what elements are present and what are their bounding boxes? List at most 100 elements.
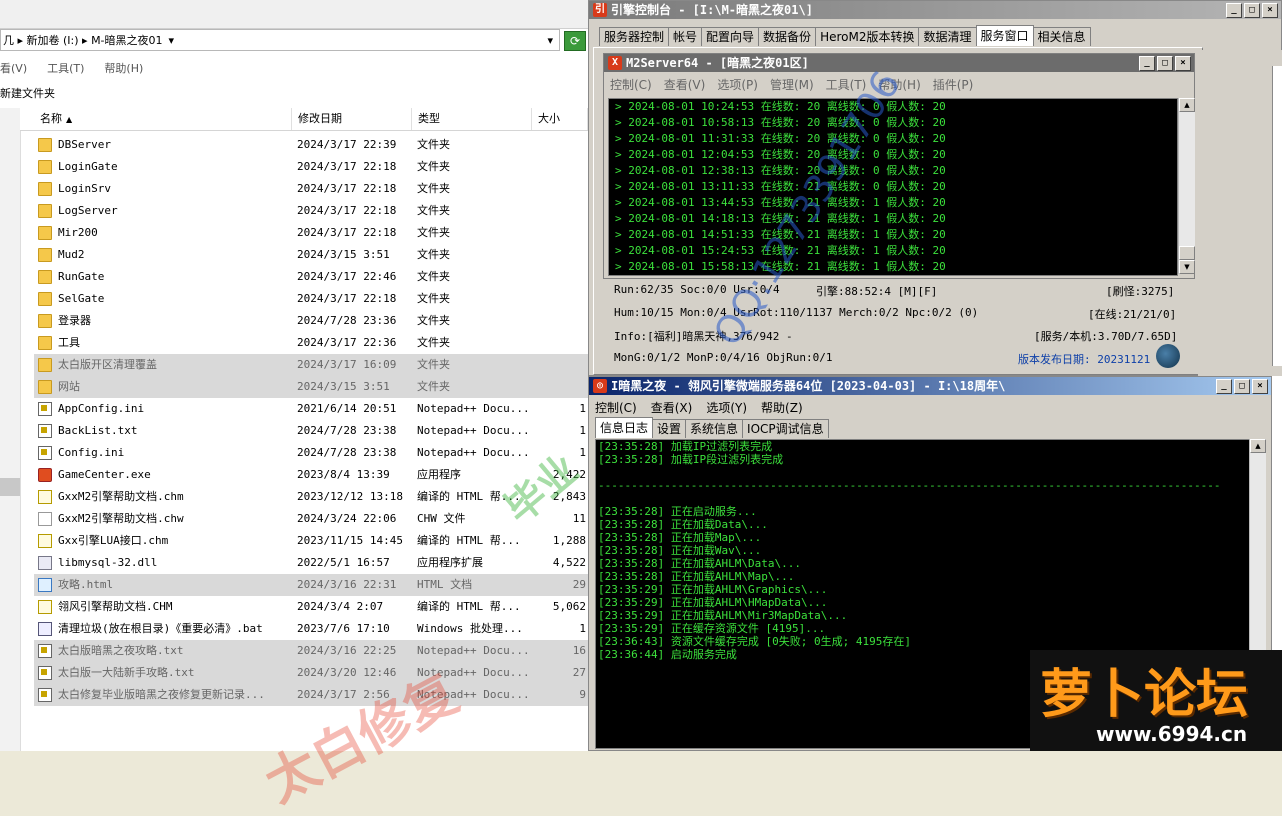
file-row[interactable]: 网站 2024/3/15 3:51 文件夹	[34, 376, 588, 398]
menu-view[interactable]: 看(V)	[0, 60, 27, 76]
file-row[interactable]: 登录器 2024/7/28 23:36 文件夹	[34, 310, 588, 332]
minimize-icon[interactable]: _	[1139, 56, 1155, 71]
address-bar[interactable]: 几 ▸ 新加卷 (I:) ▸ M-暗黑之夜01 ▾ ▾	[0, 29, 560, 51]
micro-tab[interactable]: 信息日志	[595, 417, 654, 438]
menu-tools[interactable]: 工具(T)	[47, 60, 84, 76]
m2server-log[interactable]: > 2024-08-01 10:24:53 在线数: 20 离线数: 0 假人数…	[608, 98, 1178, 276]
file-row[interactable]: libmysql-32.dll 2022/5/1 16:57 应用程序扩展 4,522	[34, 552, 588, 574]
column-header-name[interactable]: 名称 ▲	[34, 108, 292, 130]
engine-title-bar[interactable]: 引 引擎控制台 - [I:\M-暗黑之夜01\] _ □ ×	[589, 1, 1281, 19]
file-row[interactable]: Mir200 2024/3/17 22:18 文件夹	[34, 222, 588, 244]
m2server-menu-item[interactable]: 帮助(H)	[878, 76, 920, 94]
breadcrumb-segment[interactable]: 几	[3, 32, 14, 48]
file-row[interactable]: LoginGate 2024/3/17 22:18 文件夹	[34, 156, 588, 178]
navigation-pane[interactable]	[0, 108, 21, 751]
file-row[interactable]: Mud2 2024/3/15 3:51 文件夹	[34, 244, 588, 266]
explorer-title-strip	[0, 0, 588, 29]
file-row[interactable]: 太白版暗黑之夜攻略.txt 2024/3/16 22:25 Notepad++ Do…	[34, 640, 588, 662]
file-row[interactable]: 清理垃圾(放在根目录)《重要必清》.bat 2023/7/6 17:10 Windo…	[34, 618, 588, 640]
m2server-title-bar[interactable]: X M2Server64 - [暗黑之夜01区] _ □ ×	[604, 54, 1194, 72]
new-folder-button[interactable]: 新建文件夹	[0, 85, 55, 101]
engine-tab[interactable]: 配置向导	[701, 27, 760, 46]
refresh-icon[interactable]: ⟳	[564, 31, 586, 51]
close-icon[interactable]: ×	[1175, 56, 1191, 71]
micro-menu-item[interactable]: 控制(C)	[595, 399, 637, 416]
breadcrumb-segment[interactable]: M-暗黑之夜01	[91, 32, 162, 48]
breadcrumb-segment[interactable]: 新加卷 (I:)	[27, 32, 79, 48]
file-row[interactable]: 攻略.html 2024/3/16 22:31 HTML 文档 29	[34, 574, 588, 596]
file-row[interactable]: LogServer 2024/3/17 22:18 文件夹	[34, 200, 588, 222]
scroll-up-icon[interactable]: ▲	[1179, 98, 1195, 112]
file-row[interactable]: GxxM2引擎帮助文档.chw 2024/3/24 22:06 CHW 文件 11	[34, 508, 588, 530]
m2server-menu-item[interactable]: 插件(P)	[933, 76, 974, 94]
maximize-icon[interactable]: □	[1244, 3, 1260, 18]
file-name: Mud2	[58, 248, 85, 261]
file-explorer-window: 几 ▸ 新加卷 (I:) ▸ M-暗黑之夜01 ▾ ▾ ⟳ 看(V) 工具(T)…	[0, 0, 588, 751]
scroll-thumb[interactable]	[1179, 246, 1195, 260]
file-name: 登录器	[58, 314, 91, 327]
file-row[interactable]: 工具 2024/3/17 22:36 文件夹	[34, 332, 588, 354]
file-row[interactable]: DBServer 2024/3/17 22:39 文件夹	[34, 134, 588, 156]
micro-menu-item[interactable]: 帮助(Z)	[761, 399, 803, 416]
engine-tab[interactable]: 相关信息	[1032, 27, 1091, 46]
column-header-type[interactable]: 类型	[412, 108, 532, 130]
file-name: 攻略.html	[58, 578, 114, 591]
file-row[interactable]: BackList.txt 2024/7/28 23:38 Notepad++ Doc…	[34, 420, 588, 442]
micro-tab[interactable]: IOCP调试信息	[742, 419, 829, 438]
engine-tab[interactable]: HeroM2版本转换	[815, 27, 920, 46]
log-line: [23:35:29] 正在加载AHLM\Graphics\...	[598, 583, 828, 596]
folder-icon	[38, 160, 52, 174]
file-type: 文件夹	[417, 160, 450, 173]
close-icon[interactable]: ×	[1252, 379, 1268, 394]
file-name: Gxx引擎LUA接口.chm	[58, 534, 169, 547]
engine-tab[interactable]: 服务器控制	[599, 27, 670, 46]
file-type: Notepad++ Docu...	[417, 666, 527, 679]
file-row[interactable]: LoginSrv 2024/3/17 22:18 文件夹	[34, 178, 588, 200]
engine-tab[interactable]: 数据清理	[918, 27, 977, 46]
file-name: libmysql-32.dll	[58, 556, 158, 569]
file-row[interactable]: 太白版开区清理覆盖 2024/3/17 16:09 文件夹	[34, 354, 588, 376]
scroll-up-icon[interactable]: ▲	[1250, 439, 1266, 453]
m2server-menu-item[interactable]: 管理(M)	[770, 76, 814, 94]
m2server-log-scrollbar[interactable]: ▲ ▼	[1178, 98, 1195, 274]
folder-icon	[38, 182, 52, 196]
engine-tab[interactable]: 服务窗口	[975, 25, 1034, 46]
maximize-icon[interactable]: □	[1157, 56, 1173, 71]
minimize-icon[interactable]: _	[1216, 379, 1232, 394]
file-row[interactable]: 太白修复毕业版暗黑之夜修复更新记录... 2024/3/17 2:56 Notepa…	[34, 684, 588, 706]
address-dropdown-icon[interactable]: ▾	[547, 34, 553, 47]
micro-menu-item[interactable]: 选项(Y)	[706, 399, 747, 416]
engine-tab[interactable]: 帐号	[668, 27, 703, 46]
m2server-menu-item[interactable]: 工具(T)	[826, 76, 867, 94]
file-type: Windows 批处理...	[417, 622, 523, 635]
log-line: > 2024-08-01 11:31:33 在线数: 20 离线数: 0 假人数…	[615, 132, 946, 145]
m2server-menu-item[interactable]: 选项(P)	[717, 76, 758, 94]
micro-title-bar[interactable]: ◎ I暗黑之夜 - 翎风引擎微端服务器64位 [2023-04-03] - I:…	[589, 377, 1271, 395]
scroll-down-icon[interactable]: ▼	[1179, 260, 1195, 274]
globe-icon[interactable]	[1156, 344, 1180, 368]
column-header-size[interactable]: 大小	[532, 108, 588, 130]
chevron-down-icon[interactable]: ▾	[169, 34, 175, 47]
minimize-icon[interactable]: _	[1226, 3, 1242, 18]
file-row[interactable]: Config.ini 2024/7/28 23:38 Notepad++ Docu.…	[34, 442, 588, 464]
menu-help[interactable]: 帮助(H)	[104, 60, 143, 76]
maximize-icon[interactable]: □	[1234, 379, 1250, 394]
log-line: [23:35:28] 加载IP段过滤列表完成	[598, 453, 784, 466]
file-type: 文件夹	[417, 182, 450, 195]
file-row[interactable]: Gxx引擎LUA接口.chm 2023/11/15 14:45 编译的 HTML 帮…	[34, 530, 588, 552]
file-date: 2024/3/15 3:51	[297, 248, 390, 261]
file-row[interactable]: AppConfig.ini 2021/6/14 20:51 Notepad++ Do…	[34, 398, 588, 420]
file-row[interactable]: 太白版一大陆新手攻略.txt 2024/3/20 12:46 Notepad++ D…	[34, 662, 588, 684]
column-header-date[interactable]: 修改日期	[292, 108, 412, 130]
file-date: 2023/8/4 13:39	[297, 468, 390, 481]
micro-menu-item[interactable]: 查看(X)	[651, 399, 693, 416]
close-icon[interactable]: ×	[1262, 3, 1278, 18]
file-row[interactable]: 翎风引擎帮助文档.CHM 2024/3/4 2:07 编译的 HTML 帮... 5,…	[34, 596, 588, 618]
m2server-menu-item[interactable]: 查看(V)	[664, 76, 706, 94]
file-row[interactable]: RunGate 2024/3/17 22:46 文件夹	[34, 266, 588, 288]
micro-tab[interactable]: 系统信息	[685, 419, 744, 438]
micro-tab[interactable]: 设置	[652, 419, 687, 438]
engine-tab[interactable]: 数据备份	[758, 27, 817, 46]
file-row[interactable]: SelGate 2024/3/17 22:18 文件夹	[34, 288, 588, 310]
m2server-menu-item[interactable]: 控制(C)	[610, 76, 652, 94]
